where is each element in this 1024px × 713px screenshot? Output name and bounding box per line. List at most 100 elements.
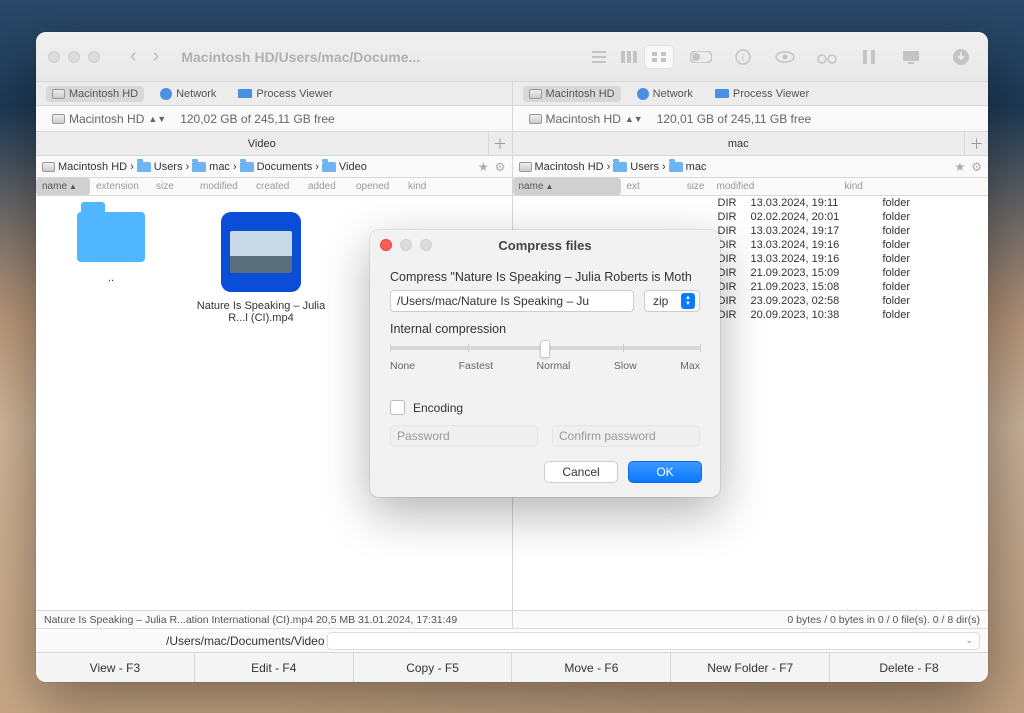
- volume-select-left[interactable]: Macintosh HD▲▼: [46, 110, 172, 128]
- crumb[interactable]: Macintosh HD: [519, 161, 604, 173]
- encoding-checkbox[interactable]: [390, 400, 405, 415]
- cell-modified: 21.09.2023, 15:09: [745, 267, 875, 279]
- cancel-button[interactable]: Cancel: [544, 461, 618, 483]
- cell-modified: 13.03.2024, 19:16: [745, 253, 875, 265]
- location-right-disk[interactable]: Macintosh HD: [523, 86, 621, 102]
- zoom-window-button[interactable]: [88, 51, 100, 63]
- file-item[interactable]: Nature Is Speaking – Julia R...l (CI).mp…: [196, 212, 326, 324]
- location-right-process[interactable]: Process Viewer: [709, 86, 815, 102]
- header-ext-right[interactable]: ext: [621, 178, 657, 195]
- header-name-right[interactable]: name▲: [513, 178, 621, 195]
- list-view-button[interactable]: [584, 45, 614, 69]
- table-row[interactable]: DIR21.09.2023, 15:08folder: [685, 280, 989, 294]
- volume-free-right: 120,01 GB of 245,11 GB free: [657, 112, 812, 126]
- tab-right[interactable]: mac: [513, 132, 965, 155]
- fkey-newfolder[interactable]: New Folder - F7: [671, 653, 830, 682]
- star-icon[interactable]: ★: [954, 160, 965, 174]
- crumb[interactable]: Documents: [240, 161, 313, 173]
- parent-folder-item[interactable]: ..: [46, 212, 176, 284]
- tab-add-left[interactable]: ＋: [488, 132, 512, 155]
- download-icon[interactable]: [946, 45, 976, 69]
- forward-button[interactable]: ›: [147, 43, 166, 70]
- location-left-disk[interactable]: Macintosh HD: [46, 86, 144, 102]
- table-row[interactable]: DIR13.03.2024, 19:11folder: [685, 196, 989, 210]
- fkey-view[interactable]: View - F3: [36, 653, 195, 682]
- slider-thumb[interactable]: [540, 340, 550, 358]
- header-size-left[interactable]: size: [150, 178, 194, 195]
- gear-icon[interactable]: ⚙: [495, 160, 506, 174]
- star-icon[interactable]: ★: [478, 160, 489, 174]
- columns-icon[interactable]: [854, 45, 884, 69]
- disk-icon: [529, 114, 542, 124]
- dialog-title: Compress files: [370, 238, 720, 253]
- location-right-network[interactable]: Network: [631, 86, 699, 102]
- volume-select-right[interactable]: Macintosh HD▲▼: [523, 110, 649, 128]
- quicklook-icon[interactable]: [770, 45, 800, 69]
- folder-icon: [192, 162, 206, 172]
- header-kind-left[interactable]: kind: [402, 178, 512, 195]
- disk-icon: [52, 89, 65, 99]
- path-text: /Users/mac/Documents/Video: [36, 634, 325, 648]
- table-row[interactable]: DIR13.03.2024, 19:16folder: [685, 238, 989, 252]
- nav-arrows: ‹ ›: [124, 43, 165, 70]
- header-created-left[interactable]: created: [250, 178, 302, 195]
- crumb[interactable]: Users: [137, 161, 183, 173]
- header-opened-left[interactable]: opened: [350, 178, 402, 195]
- header-ext-left[interactable]: extension: [90, 178, 150, 195]
- tab-add-right[interactable]: ＋: [964, 132, 988, 155]
- folder-icon: [613, 162, 627, 172]
- info-icon[interactable]: i: [728, 45, 758, 69]
- back-button[interactable]: ‹: [124, 43, 143, 70]
- fkey-move[interactable]: Move - F6: [512, 653, 671, 682]
- crumb[interactable]: Macintosh HD: [42, 161, 127, 173]
- icon-view-button[interactable]: [644, 45, 674, 69]
- header-kind-right[interactable]: kind: [839, 178, 989, 195]
- password-field[interactable]: Password: [390, 425, 538, 447]
- status-bar: Nature Is Speaking – Julia R...ation Int…: [36, 610, 988, 628]
- crumb[interactable]: mac: [192, 161, 230, 173]
- fkey-edit[interactable]: Edit - F4: [195, 653, 354, 682]
- confirm-password-field[interactable]: Confirm password: [552, 425, 700, 447]
- level-slow: Slow: [614, 360, 637, 372]
- volume-free-left: 120,02 GB of 245,11 GB free: [180, 112, 335, 126]
- level-fastest: Fastest: [459, 360, 493, 372]
- header-modified-right[interactable]: modified: [711, 178, 839, 195]
- monitor-icon: [715, 89, 729, 98]
- location-left-process[interactable]: Process Viewer: [232, 86, 338, 102]
- toggle-icon[interactable]: [686, 45, 716, 69]
- binoculars-icon[interactable]: [812, 45, 842, 69]
- level-normal: Normal: [537, 360, 571, 372]
- table-row[interactable]: DIR23.09.2023, 02:58folder: [685, 294, 989, 308]
- gear-icon[interactable]: ⚙: [971, 160, 982, 174]
- header-size-right[interactable]: size: [657, 178, 711, 195]
- table-row[interactable]: DIR13.03.2024, 19:17folder: [685, 224, 989, 238]
- table-row[interactable]: DIR02.02.2024, 20:01folder: [685, 210, 989, 224]
- close-window-button[interactable]: [48, 51, 60, 63]
- cell-modified: 13.03.2024, 19:17: [745, 225, 875, 237]
- path-field[interactable]: ⌄: [327, 632, 980, 650]
- crumb[interactable]: Users: [613, 161, 659, 173]
- table-row[interactable]: DIR13.03.2024, 19:16folder: [685, 252, 989, 266]
- header-modified-left[interactable]: modified: [194, 178, 250, 195]
- column-view-button[interactable]: [614, 45, 644, 69]
- crumb[interactable]: Video: [322, 161, 367, 173]
- minimize-window-button[interactable]: [68, 51, 80, 63]
- cell-kind: folder: [875, 267, 945, 279]
- folder-icon: [240, 162, 254, 172]
- format-select[interactable]: zip ▲▼: [644, 290, 700, 312]
- table-row[interactable]: DIR21.09.2023, 15:09folder: [685, 266, 989, 280]
- tab-left[interactable]: Video: [36, 132, 488, 155]
- compression-slider[interactable]: [390, 346, 700, 350]
- output-path-field[interactable]: /Users/mac/Nature Is Speaking – Ju: [390, 290, 634, 312]
- dialog-prompt: Compress "Nature Is Speaking – Julia Rob…: [390, 270, 700, 284]
- fkey-delete[interactable]: Delete - F8: [830, 653, 988, 682]
- fkey-copy[interactable]: Copy - F5: [354, 653, 513, 682]
- ok-button[interactable]: OK: [628, 461, 702, 483]
- header-added-left[interactable]: added: [302, 178, 350, 195]
- desktop-icon[interactable]: [896, 45, 926, 69]
- header-name-left[interactable]: name▲: [36, 178, 90, 195]
- table-row[interactable]: DIR20.09.2023, 10:38folder: [685, 308, 989, 322]
- crumb[interactable]: mac: [669, 161, 707, 173]
- location-left-network[interactable]: Network: [154, 86, 222, 102]
- path-bar: /Users/mac/Documents/Video ⌄: [36, 628, 988, 652]
